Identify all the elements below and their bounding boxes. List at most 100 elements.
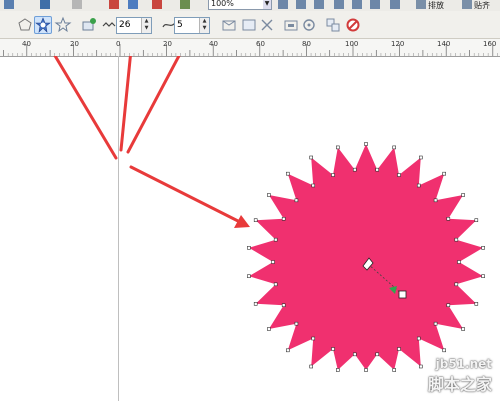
sharpness-input[interactable] xyxy=(177,19,195,30)
node-handle[interactable] xyxy=(273,237,278,242)
points-stepper[interactable]: ▲ ▼ xyxy=(116,17,152,34)
export-icon[interactable] xyxy=(128,0,138,9)
node-handle[interactable] xyxy=(392,368,397,372)
node-handle[interactable] xyxy=(418,364,423,369)
node-handle[interactable] xyxy=(309,155,314,160)
no-entry-icon[interactable] xyxy=(344,16,362,34)
spin-down-icon[interactable]: ▼ xyxy=(200,25,209,32)
node-handle[interactable] xyxy=(331,347,335,351)
snap-icon xyxy=(462,0,472,9)
node-handle[interactable] xyxy=(352,352,357,357)
wrap-icon[interactable] xyxy=(220,16,238,34)
node-handle[interactable] xyxy=(253,218,258,222)
star-icon[interactable] xyxy=(34,16,52,34)
node-handle[interactable] xyxy=(392,145,397,150)
points-icon xyxy=(100,16,116,34)
zoom-width-icon[interactable] xyxy=(370,0,380,9)
spin-up-icon[interactable]: ▲ xyxy=(142,18,151,25)
outline-icon[interactable] xyxy=(300,16,318,34)
undo-icon[interactable] xyxy=(40,0,50,9)
node-handle[interactable] xyxy=(335,368,340,372)
sharpness-icon xyxy=(160,16,176,34)
launcher-icon[interactable] xyxy=(152,0,162,9)
node-handle[interactable] xyxy=(474,301,479,306)
node-handle[interactable] xyxy=(247,274,251,279)
node-handle[interactable] xyxy=(454,237,459,242)
node-handle[interactable] xyxy=(294,198,299,203)
node-handle[interactable] xyxy=(461,327,465,331)
node-handle[interactable] xyxy=(364,368,368,372)
points-input[interactable] xyxy=(119,19,137,30)
node-handle[interactable] xyxy=(335,145,340,150)
node-handle[interactable] xyxy=(481,246,485,250)
node-handle[interactable] xyxy=(247,246,251,250)
chevron-down-icon[interactable]: ▼ xyxy=(263,0,271,9)
zoom-all-icon[interactable] xyxy=(334,0,344,9)
node-handle[interactable] xyxy=(281,303,286,308)
node-handle[interactable] xyxy=(375,167,380,172)
node-handle[interactable] xyxy=(457,260,461,264)
annotation-arrow xyxy=(129,165,240,223)
node-handle[interactable] xyxy=(446,303,451,308)
zoom-page-icon[interactable] xyxy=(352,0,362,9)
node-handle[interactable] xyxy=(309,364,314,369)
sharpness-stepper[interactable]: ▲ ▼ xyxy=(174,17,210,34)
node-handle[interactable] xyxy=(311,183,316,188)
node-handle[interactable] xyxy=(442,171,447,176)
node-handle[interactable] xyxy=(418,155,423,160)
arrange-icon xyxy=(416,0,426,9)
watermark-name: 脚本之家 xyxy=(427,375,492,394)
spin-down-icon[interactable]: ▼ xyxy=(142,25,151,32)
zoom-selected-icon[interactable] xyxy=(314,0,324,9)
node-handle[interactable] xyxy=(433,321,438,326)
annotation-arrow xyxy=(53,56,118,160)
node-handle[interactable] xyxy=(416,336,421,341)
import-icon[interactable] xyxy=(109,0,119,9)
zoom-in-icon[interactable] xyxy=(278,0,288,9)
node-handle[interactable] xyxy=(442,348,447,353)
new-icon[interactable] xyxy=(4,0,14,9)
watermark: jb51.net 脚本之家 xyxy=(428,357,492,395)
node-handle[interactable] xyxy=(285,171,290,176)
node-handle[interactable] xyxy=(281,217,286,221)
node-handle[interactable] xyxy=(271,260,275,264)
node-handle[interactable] xyxy=(311,336,316,341)
node-handle[interactable] xyxy=(461,193,465,197)
node-handle[interactable] xyxy=(331,173,335,177)
node-handle[interactable] xyxy=(294,321,299,326)
node-handle[interactable] xyxy=(474,218,479,222)
redo-icon[interactable] xyxy=(72,0,82,9)
node-handle[interactable] xyxy=(253,301,258,306)
complex-star-icon[interactable] xyxy=(54,16,72,34)
node-handle[interactable] xyxy=(267,193,271,197)
node-handle[interactable] xyxy=(273,282,278,287)
welcome-icon[interactable] xyxy=(180,0,190,9)
polygon-to-star-icon[interactable] xyxy=(80,16,98,34)
sharpness-handle[interactable] xyxy=(398,290,407,299)
zoom-height-icon[interactable] xyxy=(390,0,400,9)
node-handle[interactable] xyxy=(364,142,368,146)
node-handle[interactable] xyxy=(481,274,485,279)
convert-icon[interactable] xyxy=(282,16,300,34)
back-icon[interactable] xyxy=(258,16,276,34)
node-handle[interactable] xyxy=(397,173,401,177)
node-handle[interactable] xyxy=(446,217,451,221)
zoom-out-icon[interactable] xyxy=(296,0,306,9)
node-handle[interactable] xyxy=(352,167,357,172)
bring-front-icon[interactable] xyxy=(240,16,258,34)
node-handle[interactable] xyxy=(433,198,438,203)
node-handle[interactable] xyxy=(454,282,459,287)
arrange-button[interactable]: 排放 xyxy=(428,0,444,11)
node-handle[interactable] xyxy=(397,347,401,351)
zoom-select[interactable]: 100% ▼ xyxy=(208,0,272,10)
star-shape[interactable] xyxy=(248,144,484,370)
snap-button[interactable]: 贴齐 xyxy=(474,0,490,11)
spin-up-icon[interactable]: ▲ xyxy=(200,18,209,25)
node-handle[interactable] xyxy=(416,183,421,188)
ruler-label: 0 xyxy=(116,40,121,48)
polygon-icon[interactable] xyxy=(16,16,34,34)
node-handle[interactable] xyxy=(375,352,380,357)
node-handle[interactable] xyxy=(285,348,290,353)
clear-icon[interactable] xyxy=(324,16,342,34)
node-handle[interactable] xyxy=(267,327,271,331)
